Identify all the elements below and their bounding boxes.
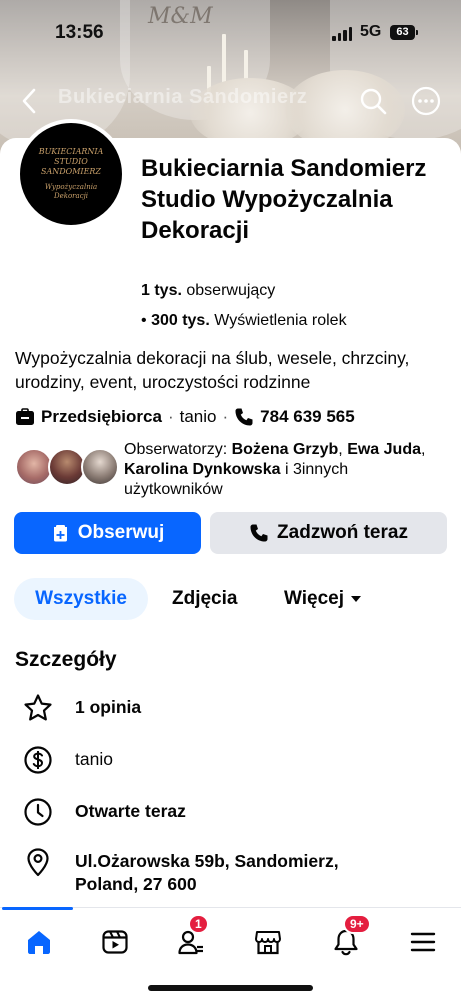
separator: · bbox=[222, 407, 229, 426]
followers-label: obserwujący bbox=[186, 282, 276, 299]
marketplace-icon bbox=[255, 931, 281, 955]
follow-page-icon bbox=[53, 524, 67, 541]
follow-label: Obserwuj bbox=[77, 522, 165, 543]
tab-photos[interactable]: Zdjęcia bbox=[172, 578, 237, 620]
tab-label: Więcej bbox=[284, 588, 345, 609]
avatar-text: BUKIECIARNIA STUDIO SANDOMIERZ bbox=[38, 147, 104, 176]
signal-icon bbox=[332, 27, 352, 41]
followers-prefix: Obserwatorzy: bbox=[124, 441, 228, 458]
follower-name: Karolina Dynkowska bbox=[124, 461, 281, 478]
status-time: 13:56 bbox=[55, 22, 104, 43]
phone-icon bbox=[250, 524, 268, 542]
nav-friends[interactable]: 1 bbox=[171, 914, 211, 962]
page-category: Przedsiębiorca bbox=[41, 407, 162, 426]
caret-down-icon bbox=[351, 596, 362, 602]
back-button[interactable] bbox=[12, 84, 46, 118]
price-text: tanio bbox=[75, 749, 113, 769]
bullet: • bbox=[141, 312, 147, 329]
cover-blurred-title: Bukieciarnia Sandomierz bbox=[58, 86, 308, 108]
nav-home[interactable] bbox=[19, 922, 59, 962]
detail-hours[interactable]: Otwarte teraz bbox=[22, 796, 186, 828]
page-avatar[interactable]: BUKIECIARNIA STUDIO SANDOMIERZ Wypożycza… bbox=[16, 119, 126, 229]
briefcase-icon bbox=[16, 408, 34, 425]
detail-reviews[interactable]: 1 opinia bbox=[22, 692, 141, 724]
tab-more[interactable]: Więcej bbox=[284, 578, 362, 620]
cover-monogram: M&M bbox=[148, 4, 213, 29]
friends-badge: 1 bbox=[188, 914, 209, 934]
follower-name: Ewa Juda bbox=[347, 441, 421, 458]
nav-notifications[interactable]: 9+ bbox=[326, 914, 371, 962]
menu-icon bbox=[410, 932, 436, 952]
network-type: 5G bbox=[360, 23, 382, 40]
address-text: Ul.Ożarowska 59b, Sandomierz, Poland, 27… bbox=[75, 851, 339, 894]
reel-views-label: Wyświetlenia rolek bbox=[214, 312, 347, 329]
call-now-label: Zadzwoń teraz bbox=[277, 522, 408, 543]
followers-stat[interactable]: 1 tys. obserwujący bbox=[141, 282, 275, 300]
detail-address[interactable]: Ul.Ożarowska 59b, Sandomierz, Poland, 27… bbox=[22, 846, 395, 896]
page-meta: Przedsiębiorca · tanio · 784 639 565 bbox=[15, 407, 355, 427]
location-pin-icon bbox=[22, 846, 54, 878]
reel-views-count: 300 tys. bbox=[151, 312, 210, 329]
star-icon bbox=[22, 692, 54, 724]
follower-avatar bbox=[81, 448, 119, 486]
more-icon bbox=[411, 86, 441, 116]
tab-label: Wszystkie bbox=[35, 588, 127, 609]
tab-all[interactable]: Wszystkie bbox=[14, 578, 148, 620]
nav-reels[interactable] bbox=[95, 922, 135, 962]
clock-icon bbox=[22, 796, 54, 828]
separator: · bbox=[167, 407, 174, 426]
detail-price: tanio bbox=[22, 744, 113, 776]
bottom-nav: 1 9+ bbox=[0, 907, 461, 999]
active-tab-indicator bbox=[2, 907, 73, 910]
home-icon bbox=[28, 931, 50, 954]
avatar-subtext: Wypożyczalnia Dekoracji bbox=[44, 183, 98, 200]
nav-marketplace[interactable] bbox=[248, 922, 288, 962]
page-phone[interactable]: 784 639 565 bbox=[260, 407, 355, 427]
details-title: Szczegóły bbox=[15, 648, 117, 671]
page-bio: Wypożyczalnia dekoracji na ślub, wesele,… bbox=[15, 348, 410, 392]
followers-count: 1 tys. bbox=[141, 282, 182, 299]
follow-button[interactable]: Obserwuj bbox=[14, 512, 201, 554]
follower-name: Bożena Grzyb bbox=[231, 441, 339, 458]
dollar-icon bbox=[22, 744, 54, 776]
phone-icon bbox=[235, 408, 253, 426]
separator: , bbox=[421, 441, 426, 458]
chevron-left-icon bbox=[22, 88, 36, 114]
search-icon bbox=[360, 88, 387, 115]
call-now-button[interactable]: Zadzwoń teraz bbox=[210, 512, 447, 554]
home-indicator bbox=[148, 985, 313, 991]
separator: , bbox=[338, 441, 343, 458]
battery-icon: 63 bbox=[390, 25, 418, 40]
reel-views-stat: • 300 tys. Wyświetlenia rolek bbox=[141, 312, 347, 330]
reviews-text: 1 opinia bbox=[75, 697, 142, 717]
nav-menu[interactable] bbox=[403, 922, 443, 962]
page-title: Bukieciarnia Sandomierz Studio Wypożycza… bbox=[141, 155, 427, 244]
mutual-followers-text: Obserwatorzy: Bożena Grzyb, Ewa Juda, Ka… bbox=[124, 440, 444, 500]
notifications-badge: 9+ bbox=[343, 914, 371, 934]
tab-label: Zdjęcia bbox=[172, 588, 238, 609]
hours-text: Otwarte teraz bbox=[75, 801, 186, 821]
reels-icon bbox=[102, 930, 128, 954]
search-button[interactable] bbox=[356, 84, 390, 118]
more-options-button[interactable] bbox=[409, 84, 443, 118]
page-price: tanio bbox=[179, 407, 217, 426]
battery-level: 63 bbox=[396, 26, 409, 38]
